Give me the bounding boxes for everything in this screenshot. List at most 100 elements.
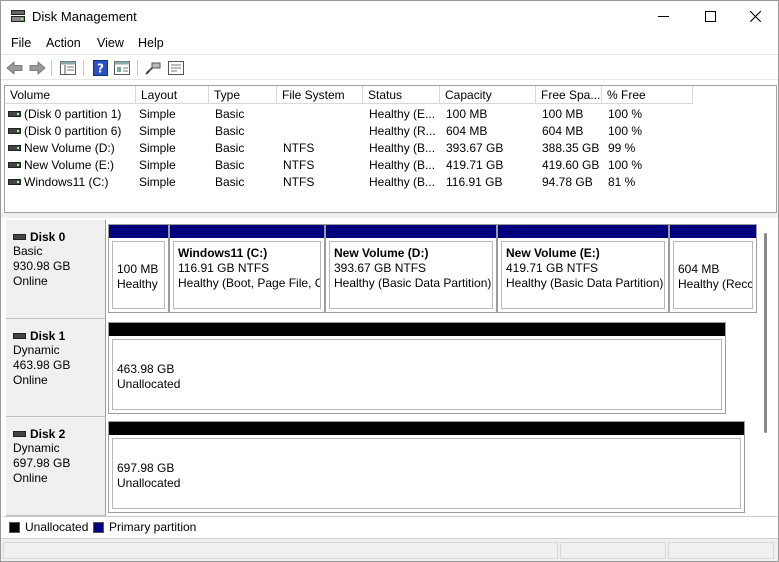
primary-partition-swatch (93, 522, 104, 533)
partition-info: Windows11 (C:) 116.91 GB NTFS Healthy (B… (173, 241, 321, 309)
partition-block[interactable]: 604 MB Healthy (Recc (669, 224, 757, 313)
table-row[interactable]: Windows11 (C:) Simple Basic NTFS Healthy… (5, 174, 776, 191)
unallocated-bar (109, 422, 744, 435)
unallocated-block[interactable]: 697.98 GB Unallocated (108, 421, 745, 513)
primary-partition-bar (670, 225, 756, 238)
minimize-icon (657, 16, 669, 17)
partition-status: Healthy (117, 277, 158, 291)
partition-size: 419.71 GB NTFS (506, 261, 599, 275)
column-header-percent-free[interactable]: % Free (602, 86, 693, 104)
console-button[interactable] (167, 59, 185, 77)
help-button[interactable]: ? (91, 59, 109, 77)
unallocated-swatch (9, 522, 20, 533)
column-header-layout[interactable]: Layout (136, 86, 209, 104)
table-row[interactable]: New Volume (D:) Simple Basic NTFS Health… (5, 140, 776, 157)
drive-icon (8, 111, 21, 117)
menu-file[interactable]: File (11, 36, 31, 50)
unallocated-bar (109, 323, 725, 336)
menu-action[interactable]: Action (46, 36, 81, 50)
partition-status: Healthy (Recc (678, 277, 753, 291)
menu-bar: File Action View Help (1, 32, 778, 54)
disk-management-icon (11, 10, 25, 22)
partition-info: 697.98 GB Unallocated (112, 438, 741, 509)
type-cell: Basic (215, 175, 245, 189)
disk-state: Online (13, 471, 48, 485)
vertical-scrollbar[interactable] (764, 233, 767, 433)
maximize-button[interactable] (687, 1, 733, 32)
disk-1-label[interactable]: Disk 1 Dynamic 463.98 GB Online (6, 319, 106, 417)
partition-size: 116.91 GB NTFS (178, 261, 270, 275)
capacity-cell: 604 MB (446, 124, 488, 138)
unallocated-block[interactable]: 463.98 GB Unallocated (108, 322, 726, 414)
partition-block[interactable]: 100 MB Healthy (108, 224, 169, 313)
legend: Unallocated Primary partition (4, 516, 777, 538)
status-cell: Healthy (B... (369, 175, 436, 189)
disk-name: Disk 2 (30, 427, 66, 441)
disk-icon (13, 234, 26, 240)
console-icon (168, 61, 184, 75)
partition-status: Unallocated (117, 377, 181, 391)
disk-row-0: Disk 0 Basic 930.98 GB Online 100 MB Hea… (4, 220, 777, 319)
status-bar (1, 538, 778, 561)
percent-free-cell: 100 % (608, 158, 643, 172)
status-cell: Healthy (E... (369, 107, 436, 121)
connect-button[interactable] (144, 59, 162, 77)
back-button[interactable] (5, 59, 23, 77)
partition-title: Windows11 (C:) (178, 246, 268, 260)
partition-size: 393.67 GB NTFS (334, 261, 427, 275)
menu-help[interactable]: Help (138, 36, 164, 50)
show-hide-tree-button[interactable] (59, 59, 77, 77)
disk-size: 463.98 GB (13, 358, 71, 372)
partition-status: Healthy (Basic Data Partition) (334, 276, 492, 290)
type-cell: Basic (215, 158, 245, 172)
column-header-status[interactable]: Status (363, 86, 440, 104)
toolbar-separator (137, 60, 138, 76)
legend-primary-partition: Primary partition (109, 520, 197, 534)
disk-management-window: Disk Management File Action View Help ? (0, 0, 779, 562)
partition-size: 463.98 GB (117, 362, 175, 376)
table-row[interactable]: New Volume (E:) Simple Basic NTFS Health… (5, 157, 776, 174)
disk-icon (13, 333, 26, 339)
disk-0-label[interactable]: Disk 0 Basic 930.98 GB Online (6, 220, 106, 319)
layout-cell: Simple (139, 124, 176, 138)
percent-free-cell: 100 % (608, 107, 643, 121)
toolbar: ? (1, 54, 778, 80)
table-row[interactable]: (Disk 0 partition 1) Simple Basic Health… (5, 106, 776, 123)
legend-unallocated: Unallocated (25, 520, 89, 534)
back-arrow-icon (5, 61, 22, 75)
column-header-free-space[interactable]: Free Spa... (536, 86, 602, 104)
column-header-capacity[interactable]: Capacity (440, 86, 536, 104)
partition-block[interactable]: New Volume (D:) 393.67 GB NTFS Healthy (… (325, 224, 497, 313)
toolbar-separator (83, 60, 84, 76)
minimize-button[interactable] (640, 1, 686, 32)
column-header-file-system[interactable]: File System (277, 86, 363, 104)
close-button[interactable] (732, 1, 778, 32)
volume-cell: New Volume (D:) (24, 141, 115, 155)
disk-name: Disk 0 (30, 230, 66, 244)
status-cell: Healthy (R... (369, 124, 436, 138)
type-cell: Basic (215, 107, 245, 121)
table-row[interactable]: (Disk 0 partition 6) Simple Basic Health… (5, 123, 776, 140)
disk-size: 930.98 GB (13, 259, 71, 273)
primary-partition-bar (326, 225, 496, 238)
column-header-volume[interactable]: Volume (5, 86, 136, 104)
toolbar-separator (51, 60, 52, 76)
disk-2-label[interactable]: Disk 2 Dynamic 697.98 GB Online (6, 417, 106, 516)
properties-button[interactable] (113, 59, 131, 77)
partition-info: New Volume (E:) 419.71 GB NTFS Healthy (… (501, 241, 665, 309)
column-header-type[interactable]: Type (209, 86, 277, 104)
primary-partition-bar (109, 225, 168, 238)
partition-size: 604 MB (678, 262, 720, 276)
volume-cell: (Disk 0 partition 6) (24, 124, 122, 138)
forward-button[interactable] (28, 59, 46, 77)
primary-partition-bar (498, 225, 668, 238)
layout-cell: Simple (139, 175, 176, 189)
disk-graphical-view: Disk 0 Basic 930.98 GB Online 100 MB Hea… (4, 218, 777, 516)
partition-block[interactable]: Windows11 (C:) 116.91 GB NTFS Healthy (B… (169, 224, 325, 313)
connect-icon (145, 62, 161, 75)
drive-icon (8, 179, 21, 185)
partition-block[interactable]: New Volume (E:) 419.71 GB NTFS Healthy (… (497, 224, 669, 313)
menu-view[interactable]: View (97, 36, 124, 50)
help-icon: ? (92, 60, 108, 76)
properties-icon (114, 61, 130, 75)
